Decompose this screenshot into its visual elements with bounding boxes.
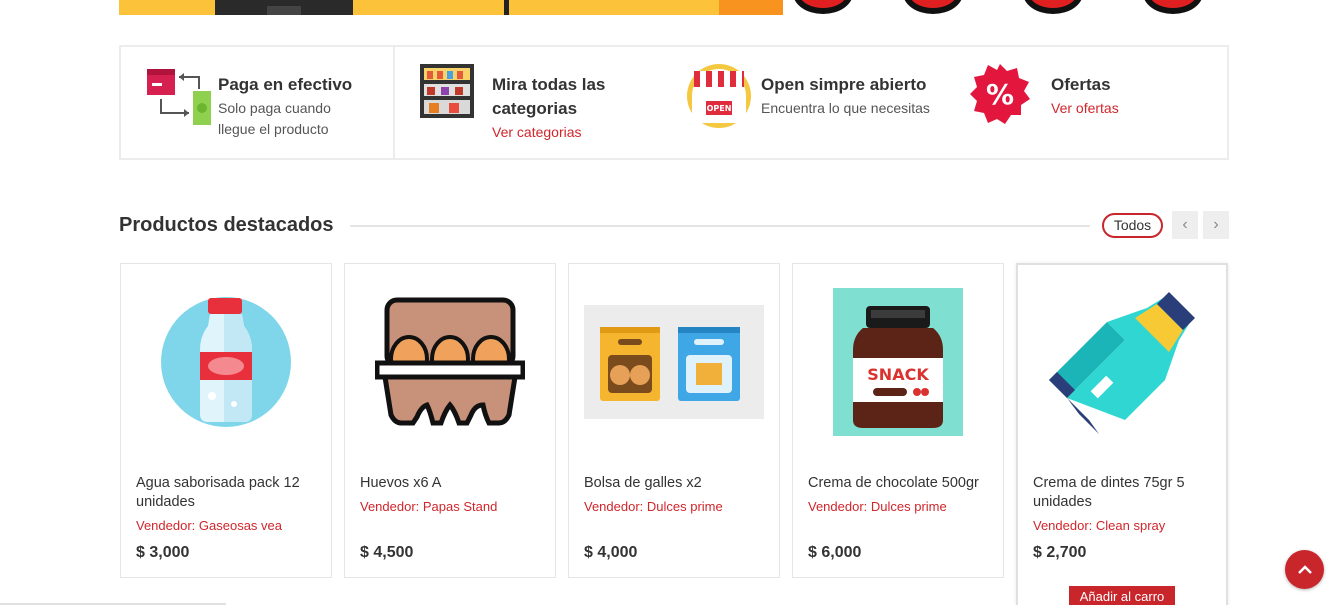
product-image[interactable]: SNACK xyxy=(793,274,1003,454)
feature-title: Mira todas las xyxy=(492,75,606,94)
feature-cash: Paga en efectivo Solo paga cuando llegue… xyxy=(121,47,393,158)
scroll-to-top-button[interactable] xyxy=(1285,550,1324,589)
feature-subtitle: llegue el producto xyxy=(218,121,329,137)
product-price: $ 2,700 xyxy=(1033,544,1087,561)
open-store-icon: OPEN xyxy=(686,63,752,134)
feature-title: categorias xyxy=(492,99,578,118)
open-sign-text: OPEN xyxy=(707,104,732,113)
product-vendor: Vendedor: Clean spray xyxy=(1033,518,1166,533)
feature-subtitle: Encuentra lo que necesitas xyxy=(761,100,930,116)
carousel-prev-button[interactable]: ‹ xyxy=(1172,211,1198,239)
view-all-button[interactable]: Todos xyxy=(1102,213,1163,238)
view-offers-link[interactable]: Ver ofertas xyxy=(1051,98,1119,119)
chevron-left-icon: ‹ xyxy=(1182,216,1188,233)
chevron-up-icon xyxy=(1297,561,1313,579)
water-bottle-icon xyxy=(160,296,292,433)
page: Paga en efectivo Solo paga cuando llegue… xyxy=(0,0,1343,605)
carousel-next-button[interactable]: › xyxy=(1203,211,1229,239)
product-image[interactable] xyxy=(121,274,331,454)
features-bar: Paga en efectivo Solo paga cuando llegue… xyxy=(119,45,1229,160)
product-price: $ 4,500 xyxy=(360,544,414,561)
product-price: $ 6,000 xyxy=(808,544,862,561)
product-name[interactable]: Agua saborisada pack 12 unidades xyxy=(136,474,321,512)
chevron-right-icon: › xyxy=(1213,216,1219,233)
product-vendor: Vendedor: Papas Stand xyxy=(360,499,498,514)
product-vendor: Vendedor: Dulces prime xyxy=(584,499,723,514)
product-card[interactable]: Agua saborisada pack 12 unidades Vendedo… xyxy=(120,263,332,578)
product-card[interactable]: Bolsa de galles x2 Vendedor: Dulces prim… xyxy=(568,263,780,578)
cash-exchange-icon xyxy=(145,67,211,132)
chocolate-jar-icon: SNACK xyxy=(833,287,963,441)
product-image[interactable] xyxy=(1018,275,1226,455)
feature-categories: Mira todas las categorias Ver categorias xyxy=(393,47,664,158)
snack-label-text: SNACK xyxy=(867,365,929,384)
product-name[interactable]: Crema de dintes 75gr 5 unidades xyxy=(1033,474,1218,512)
product-price: $ 4,000 xyxy=(584,544,638,561)
add-to-cart-button[interactable]: Añadir al carro xyxy=(1069,586,1175,605)
product-price: $ 3,000 xyxy=(136,544,190,561)
feature-title: Paga en efectivo xyxy=(218,75,353,94)
svg-text:%: % xyxy=(986,78,1014,111)
product-image[interactable] xyxy=(569,274,779,454)
store-shelves-icon xyxy=(419,63,475,124)
product-card[interactable]: Crema de dintes 75gr 5 unidades Vendedor… xyxy=(1016,263,1228,605)
egg-carton-icon xyxy=(374,297,526,432)
product-image[interactable] xyxy=(345,274,555,454)
feature-title: Open simpre abierto xyxy=(761,75,927,94)
product-vendor: Vendedor: Dulces prime xyxy=(808,499,947,514)
feature-offers: % Ofertas Ver ofertas xyxy=(953,47,1227,158)
hero-banner-bottom[interactable] xyxy=(119,0,1228,15)
feature-subtitle: Solo paga cuando xyxy=(218,100,331,116)
product-card[interactable]: Huevos x6 A Vendedor: Papas Stand $ 4,50… xyxy=(344,263,556,578)
section-divider xyxy=(350,225,1090,227)
product-name[interactable]: Crema de chocolate 500gr xyxy=(808,474,993,493)
feature-open: OPEN Open simpre abierto Encuentra lo qu… xyxy=(664,47,953,158)
percent-badge-icon: % xyxy=(969,63,1031,130)
view-categories-link[interactable]: Ver categorias xyxy=(492,122,582,143)
cookie-bags-icon xyxy=(584,304,764,424)
feature-title: Ofertas xyxy=(1051,75,1111,94)
product-card[interactable]: SNACK Crema de chocolate 500gr Vendedor:… xyxy=(792,263,1004,578)
featured-products-title: Productos destacados xyxy=(119,214,334,236)
toothpaste-tube-icon xyxy=(1045,288,1199,443)
product-name[interactable]: Huevos x6 A xyxy=(360,474,545,493)
product-name[interactable]: Bolsa de galles x2 xyxy=(584,474,769,493)
product-vendor: Vendedor: Gaseosas vea xyxy=(136,518,282,533)
